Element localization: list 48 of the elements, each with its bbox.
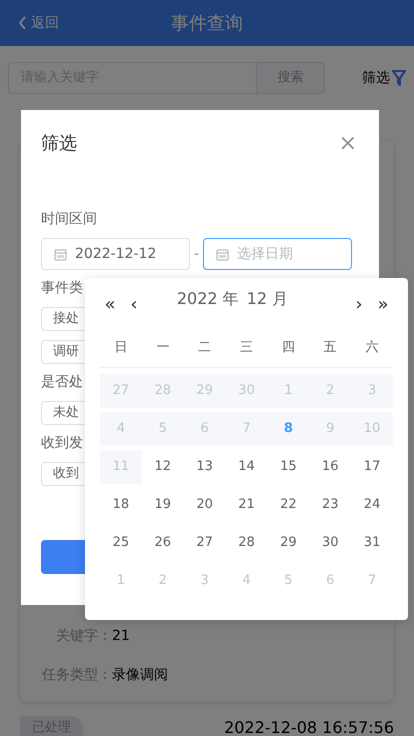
calendar-day[interactable]: 17 (351, 450, 393, 484)
weekday-label: 五 (322, 338, 338, 357)
calendar-day[interactable]: 30 (309, 526, 352, 560)
calendar-day[interactable]: 19 (142, 488, 184, 522)
calendar-day[interactable]: 26 (142, 526, 184, 560)
weekday-label: 二 (197, 338, 212, 357)
calendar-day[interactable]: 23 (309, 488, 352, 522)
filter-icon (392, 70, 406, 86)
field-value: 录像调阅 (112, 666, 168, 685)
calendar-day[interactable]: 13 (184, 450, 226, 484)
filter-label: 是否处 (41, 373, 83, 392)
next-year-button[interactable]: » (373, 290, 393, 318)
start-date-field[interactable]: 2022-12-12 (41, 238, 190, 270)
close-button[interactable]: × (338, 132, 357, 154)
weekday-label: 三 (238, 338, 254, 357)
calendar-day[interactable]: 18 (100, 488, 142, 522)
calendar-day[interactable]: 27 (184, 526, 226, 560)
weekday-label: 六 (364, 338, 380, 357)
calendar-icon (54, 248, 67, 260)
filter-label: 收到发 (41, 434, 83, 453)
year-label[interactable]: 2022 年 (176, 287, 239, 311)
weekday-label: 四 (280, 338, 296, 357)
record-time: 2022-12-08 16:57:56 (224, 717, 394, 736)
calendar-day[interactable]: 28 (226, 526, 268, 560)
filter-label: 时间区间 (41, 210, 97, 229)
calendar-day[interactable]: 16 (309, 450, 352, 484)
back-icon (18, 16, 27, 30)
range-separator: - (194, 244, 200, 264)
calendar-day[interactable]: 12 (142, 450, 184, 484)
month-label[interactable]: 12 月 (246, 287, 288, 311)
calendar-day[interactable]: 31 (351, 526, 393, 560)
calendar-day[interactable]: 15 (267, 450, 310, 484)
calendar-day[interactable]: 14 (226, 450, 268, 484)
calendar-day[interactable]: 29 (267, 526, 310, 560)
filter-label: 事件类 (41, 279, 83, 298)
calendar-day[interactable]: 21 (226, 488, 268, 522)
dialog-title: 筛选 (41, 132, 77, 156)
page-title: 事件查询 (171, 12, 243, 36)
weekday-label: 一 (155, 338, 170, 357)
next-month-button[interactable]: › (349, 290, 369, 318)
calendar-day[interactable]: 25 (100, 526, 142, 560)
filter-button[interactable]: 筛选 (362, 68, 406, 88)
prev-month-button[interactable]: ‹ (124, 290, 144, 318)
calendar-day[interactable]: 22 (267, 488, 310, 522)
calendar-day[interactable]: 24 (351, 488, 393, 522)
field-value: 21 (112, 627, 130, 646)
calendar-day[interactable]: 20 (184, 488, 226, 522)
calendar-icon (216, 248, 230, 260)
